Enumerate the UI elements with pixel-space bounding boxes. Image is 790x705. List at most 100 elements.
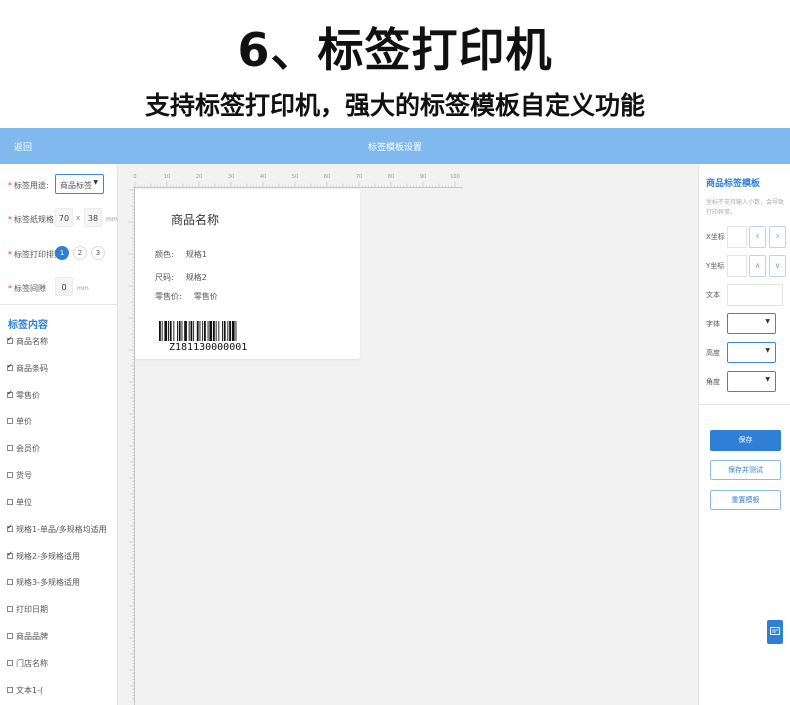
content-item-spec1[interactable]: 规格1-单品/多规格均适用	[7, 523, 115, 535]
chat-float-button[interactable]	[767, 620, 783, 644]
content-section-title: 标签内容	[8, 320, 48, 331]
chevron-down-icon: ▼	[765, 318, 770, 325]
content-item-spec3[interactable]: 规格3-多规格适用	[7, 577, 115, 588]
size-unit: mm	[106, 216, 118, 223]
ruler-label: 30	[228, 174, 234, 180]
label-product-name[interactable]: 商品名称	[171, 211, 219, 228]
checkbox[interactable]	[7, 579, 13, 585]
barcode-bar	[168, 321, 169, 341]
checkbox[interactable]	[7, 362, 13, 371]
label-preview[interactable]: 商品名称 颜色: 规格1 尺码: 规格2 零售价: 零售价 Z181130000001	[135, 189, 360, 359]
move-right-button[interactable]: ›	[769, 226, 786, 248]
chevron-right-icon: ›	[775, 231, 780, 242]
checkbox[interactable]	[7, 389, 13, 398]
content-item-print-date[interactable]: 打印日期	[7, 604, 115, 615]
rows-option-3[interactable]: 3	[91, 246, 105, 260]
move-left-button[interactable]: ‹	[749, 226, 766, 248]
content-item-brand[interactable]: 商品品牌	[7, 631, 115, 642]
gap-unit: mm	[77, 285, 89, 292]
chevron-left-icon: ‹	[755, 231, 760, 242]
content-item-unit[interactable]: 单位	[7, 497, 115, 508]
content-item-spec2[interactable]: 规格2-多规格适用	[7, 550, 115, 562]
height-select[interactable]: ▼	[727, 342, 776, 363]
checkbox[interactable]	[7, 660, 13, 666]
chevron-up-icon: ∧	[754, 261, 761, 270]
save-button[interactable]: 保存	[710, 430, 781, 451]
barcode-bar	[207, 321, 209, 341]
ruler-label: 90	[420, 174, 426, 180]
y-coordinate-input[interactable]	[727, 255, 747, 277]
chevron-down-icon: ▼	[93, 179, 98, 186]
barcode-bar	[184, 321, 187, 341]
checkbox[interactable]	[7, 499, 13, 505]
checkbox[interactable]	[7, 335, 13, 344]
angle-label: 角度	[706, 378, 720, 386]
chevron-down-icon: ▼	[765, 376, 770, 383]
save-and-test-button[interactable]: 保存并测试	[710, 460, 781, 480]
purpose-select-value: 商品标签	[60, 181, 92, 190]
chevron-down-icon: ∨	[774, 261, 781, 270]
barcode-bar	[177, 321, 178, 341]
reset-template-button[interactable]: 重置模板	[710, 490, 781, 510]
chevron-down-icon: ▼	[765, 347, 770, 354]
content-item-store-name[interactable]: 门店名称	[7, 658, 115, 669]
checkbox[interactable]	[7, 687, 13, 693]
label-canvas: 0 10 20 30 40 50 60 70 80 90 100 商品名称 颜色: 规格1 尺码: 规格…	[119, 164, 697, 705]
label-template-app: 返回 标签模板设置 * 标签用途: 商品标签 ▼ * 标签纸规格 70 x 38 m…	[0, 128, 790, 705]
window-title: 标签模板设置	[367, 143, 422, 153]
move-up-button[interactable]: ∧	[749, 255, 766, 277]
rows-option-1[interactable]: 1	[55, 246, 69, 260]
label-size-row[interactable]: 尺码: 规格2	[155, 272, 207, 283]
barcode-bar	[202, 321, 204, 341]
x-coordinate-input[interactable]	[727, 226, 747, 248]
content-item-barcode[interactable]: 商品条码	[7, 362, 115, 374]
purpose-label: * 标签用途:	[8, 181, 49, 190]
gap-input[interactable]: 0	[55, 277, 73, 296]
barcode-bar	[204, 321, 206, 341]
horizontal-ruler: 0 10 20 30 40 50 60 70 80 90 100	[133, 174, 463, 188]
barcode-bar	[164, 321, 168, 341]
checkbox[interactable]	[7, 633, 13, 639]
barcode-bar	[215, 321, 217, 341]
purpose-select[interactable]: 商品标签 ▼	[55, 174, 104, 194]
barcode-image[interactable]	[159, 321, 285, 341]
content-item-member-price[interactable]: 会员价	[7, 443, 115, 454]
width-input[interactable]: 70	[55, 208, 73, 227]
content-item-sku[interactable]: 货号	[7, 470, 115, 481]
content-item-retail-price[interactable]: 零售价	[7, 389, 115, 401]
move-down-button[interactable]: ∨	[769, 255, 786, 277]
size-label: * 标签纸规格	[8, 215, 54, 224]
checkbox[interactable]	[7, 606, 13, 612]
vertical-ruler	[128, 188, 135, 705]
barcode-bar	[213, 321, 215, 341]
height-input[interactable]: 38	[84, 208, 102, 227]
content-item-text1[interactable]: 文本1-(	[7, 685, 115, 696]
checkbox[interactable]	[7, 523, 13, 532]
checkbox[interactable]	[7, 445, 13, 451]
text-input[interactable]	[727, 284, 783, 306]
content-item-unit-price[interactable]: 单价	[7, 416, 115, 427]
ruler-label: 40	[260, 174, 266, 180]
label-color-row[interactable]: 颜色: 规格1	[155, 249, 207, 260]
rows-label: * 标签打印排数	[8, 250, 62, 259]
rows-option-2[interactable]: 2	[73, 246, 87, 260]
content-item-name[interactable]: 商品名称	[7, 335, 115, 347]
section-divider	[0, 304, 118, 305]
barcode-bar	[173, 321, 175, 341]
promo-subtitle: 支持标签打印机，强大的标签模板自定义功能	[144, 91, 645, 120]
label-price-row[interactable]: 零售价: 零售价	[155, 291, 218, 302]
panel-divider	[699, 404, 790, 405]
barcode-bar	[190, 321, 193, 341]
checkbox[interactable]	[7, 472, 13, 478]
checkbox[interactable]	[7, 418, 13, 424]
ruler-label: 50	[292, 174, 298, 180]
barcode-bar	[159, 321, 161, 341]
height-label: 高度	[706, 349, 720, 357]
barcode-bar	[231, 321, 235, 341]
coordinate-hint: 坐标不支持输入小数，会导致打印异常。	[706, 199, 785, 216]
angle-select[interactable]: ▼	[727, 371, 776, 392]
promo-title: 6、标签打印机	[237, 23, 553, 77]
font-select[interactable]: ▼	[727, 313, 776, 334]
checkbox[interactable]	[7, 550, 13, 559]
barcode-bar	[178, 321, 181, 341]
